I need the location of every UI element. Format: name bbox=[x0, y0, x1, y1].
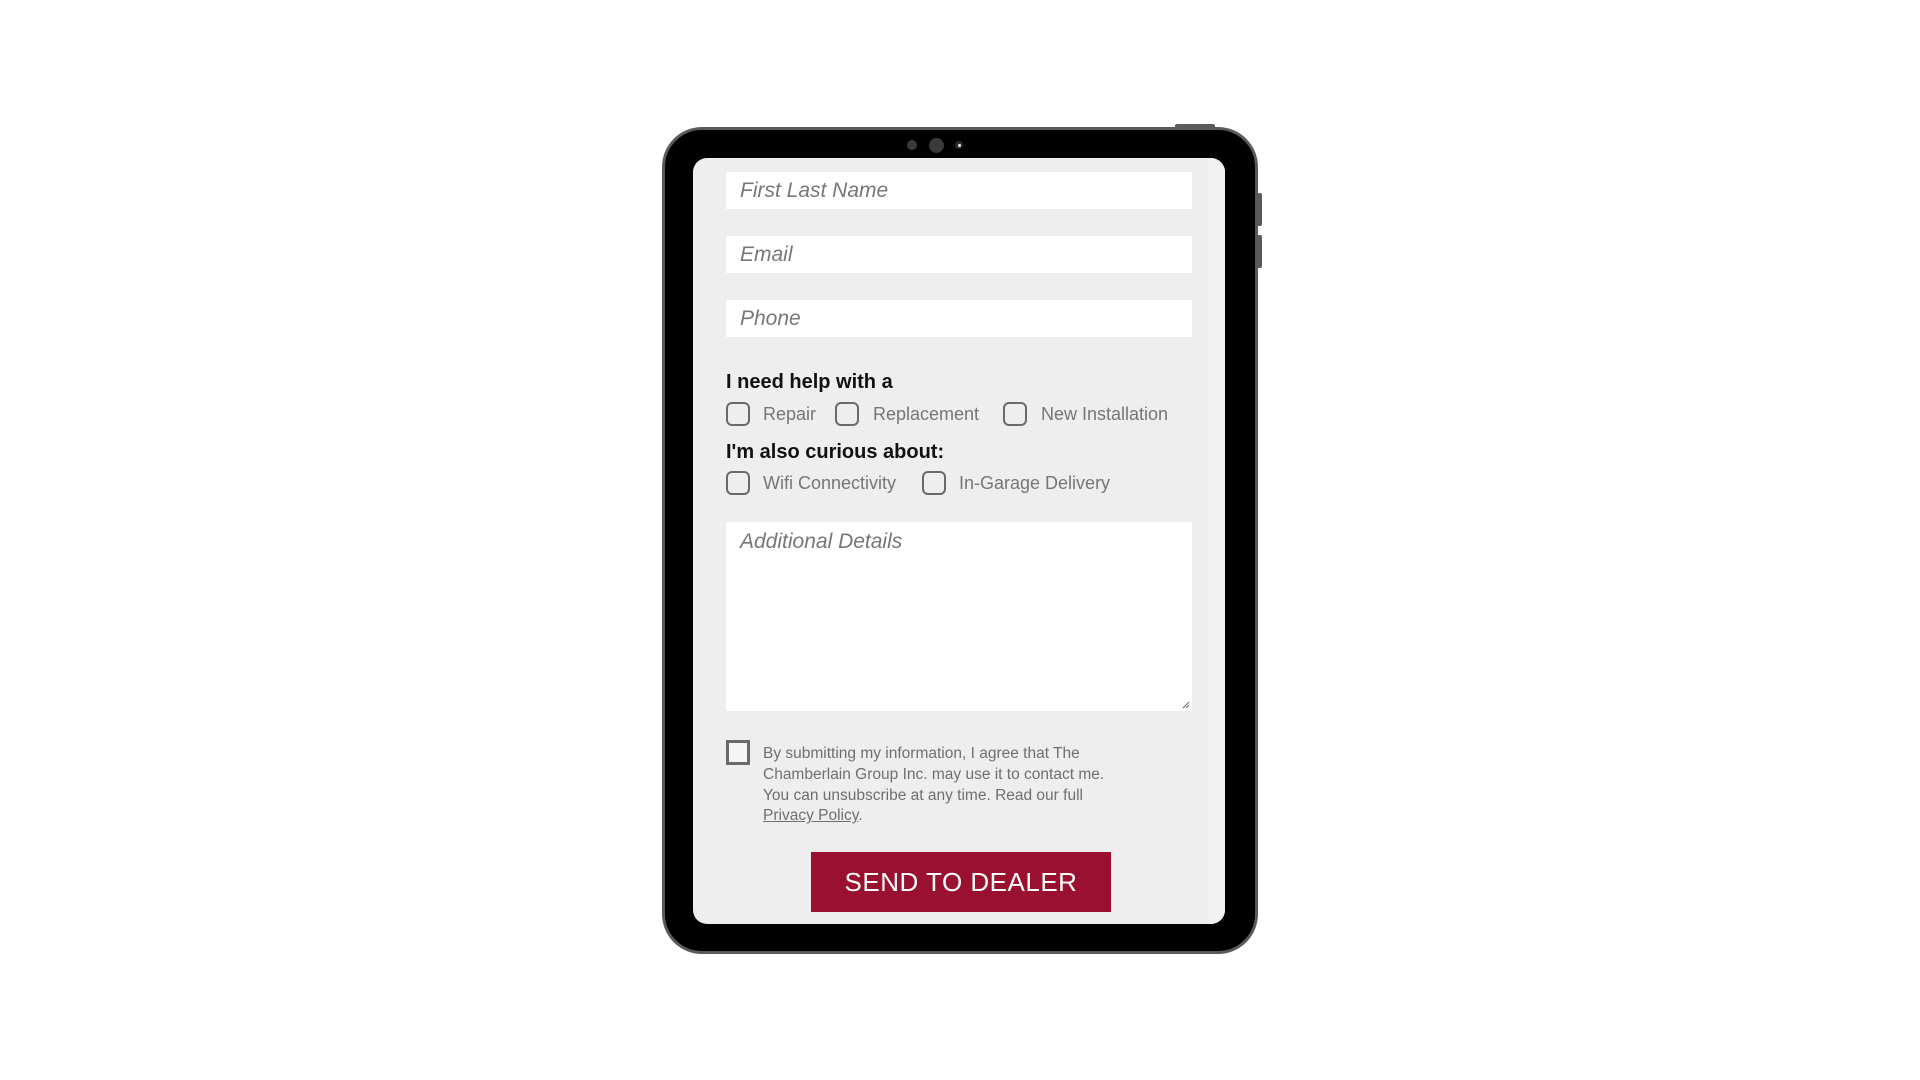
in-garage-delivery-checkbox[interactable] bbox=[922, 471, 946, 495]
camera-lens-icon bbox=[955, 141, 963, 149]
consent-body: By submitting my information, I agree th… bbox=[763, 745, 1105, 804]
replacement-checkbox[interactable] bbox=[835, 402, 859, 426]
new-installation-label[interactable]: New Installation bbox=[1041, 402, 1168, 426]
repair-checkbox[interactable] bbox=[726, 402, 750, 426]
email-input[interactable] bbox=[726, 236, 1192, 273]
resize-handle-icon[interactable] bbox=[1182, 701, 1190, 709]
repair-label[interactable]: Repair bbox=[763, 402, 816, 426]
volume-up-button bbox=[1257, 193, 1262, 226]
in-garage-delivery-label[interactable]: In-Garage Delivery bbox=[959, 471, 1110, 495]
consent-checkbox[interactable] bbox=[726, 740, 750, 765]
camera-icon bbox=[929, 138, 944, 153]
tablet-screen: I need help with a Repair Replacement Ne… bbox=[693, 158, 1225, 924]
sensor-icon bbox=[907, 140, 917, 150]
consent-text: By submitting my information, I agree th… bbox=[763, 744, 1108, 827]
curious-heading: I'm also curious about: bbox=[726, 441, 945, 463]
privacy-policy-link[interactable]: Privacy Policy bbox=[763, 807, 858, 824]
wifi-connectivity-label[interactable]: Wifi Connectivity bbox=[763, 471, 896, 495]
details-placeholder: Additional Details bbox=[740, 530, 903, 553]
wifi-connectivity-checkbox[interactable] bbox=[726, 471, 750, 495]
additional-details-textarea[interactable]: Additional Details bbox=[726, 522, 1192, 711]
volume-down-button bbox=[1257, 235, 1262, 268]
consent-suffix: . bbox=[858, 807, 863, 825]
help-heading: I need help with a bbox=[726, 371, 893, 393]
new-installation-checkbox[interactable] bbox=[1003, 402, 1027, 426]
power-button bbox=[1175, 124, 1215, 128]
phone-input[interactable] bbox=[726, 300, 1192, 337]
replacement-label[interactable]: Replacement bbox=[873, 402, 979, 426]
scrollbar-track[interactable] bbox=[1208, 158, 1225, 924]
name-input[interactable] bbox=[726, 172, 1192, 209]
send-to-dealer-button[interactable]: SEND TO DEALER bbox=[811, 852, 1111, 912]
